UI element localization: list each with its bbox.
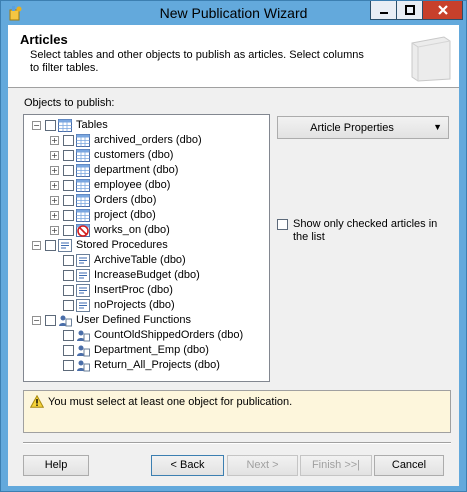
tables-label: Tables [76, 119, 108, 131]
collapse-icon[interactable]: − [32, 121, 41, 130]
table-icon [76, 134, 90, 147]
maximize-icon [404, 5, 415, 15]
validation-message-box: You must select at least one object for … [23, 390, 451, 433]
article-properties-label: Article Properties [310, 122, 394, 134]
user-defined-function-icon [77, 345, 90, 357]
user-defined-functions-label: User Defined Functions [76, 314, 191, 326]
stored-procedure-icon [76, 254, 90, 267]
show-only-checked-label[interactable]: Show only checked articles in the list [293, 218, 453, 244]
item-label: works_on (dbo) [94, 224, 170, 236]
table-icon [76, 164, 90, 177]
title-bar[interactable]: New Publication Wizard [1, 1, 466, 25]
stored-procedure-icon [76, 299, 90, 312]
item-checkbox[interactable] [63, 285, 74, 296]
expand-icon[interactable]: + [50, 196, 59, 205]
stored-procedure-icon [76, 284, 90, 297]
item-checkbox[interactable] [63, 150, 74, 161]
dropdown-arrow-icon: ▼ [433, 122, 442, 132]
collapse-icon[interactable]: − [32, 241, 41, 250]
table-no-primary-key-icon [76, 224, 90, 237]
item-label: Return_All_Projects (dbo) [94, 359, 220, 371]
expand-icon[interactable]: + [50, 226, 59, 235]
footer-separator [23, 442, 451, 444]
wizard-window: New Publication Wizard Articles Select t… [0, 0, 467, 492]
wizard-body: Articles Select tables and other objects… [8, 25, 459, 486]
expand-icon[interactable]: + [50, 136, 59, 145]
minimize-button[interactable] [370, 1, 397, 20]
show-only-checked-checkbox[interactable] [277, 219, 288, 230]
item-label: customers (dbo) [94, 149, 174, 161]
warning-icon [30, 395, 44, 408]
procedures-checkbox[interactable] [45, 240, 56, 251]
help-button[interactable]: Help [23, 455, 89, 476]
item-label: noProjects (dbo) [94, 299, 175, 311]
back-button[interactable]: < Back [151, 455, 224, 476]
item-label: Department_Emp (dbo) [94, 344, 209, 356]
stored-procedures-folder-icon [58, 239, 72, 252]
item-label: project (dbo) [94, 209, 156, 221]
item-label: CountOldShippedOrders (dbo) [94, 329, 244, 341]
stored-procedure-icon [76, 269, 90, 282]
item-label: archived_orders (dbo) [94, 134, 202, 146]
item-checkbox[interactable] [63, 225, 74, 236]
maximize-button[interactable] [396, 1, 423, 20]
item-checkbox[interactable] [63, 210, 74, 221]
finish-button[interactable]: Finish >>| [300, 455, 372, 476]
objects-to-publish-label: Objects to publish: [24, 97, 115, 109]
item-label: Orders (dbo) [94, 194, 157, 206]
user-defined-function-icon [77, 330, 90, 342]
item-checkbox[interactable] [63, 300, 74, 311]
stored-procedures-label: Stored Procedures [76, 239, 168, 251]
close-icon [437, 5, 448, 15]
wizard-graphic-icon [411, 36, 451, 82]
user-defined-functions-folder-icon [59, 315, 72, 327]
item-label: InsertProc (dbo) [94, 284, 173, 296]
expand-icon[interactable]: + [50, 181, 59, 190]
validation-message-text: You must select at least one object for … [48, 396, 293, 408]
objects-tree[interactable]: − Tables + archived_orders (dbo) + custo… [23, 114, 270, 382]
table-icon [76, 209, 90, 222]
next-button[interactable]: Next > [227, 455, 298, 476]
page-description: Select tables and other objects to publi… [30, 49, 364, 74]
table-icon [76, 179, 90, 192]
item-label: department (dbo) [94, 164, 179, 176]
item-checkbox[interactable] [63, 195, 74, 206]
collapse-icon[interactable]: − [32, 316, 41, 325]
expand-icon[interactable]: + [50, 211, 59, 220]
item-checkbox[interactable] [63, 345, 74, 356]
item-checkbox[interactable] [63, 270, 74, 281]
minimize-icon [379, 12, 388, 14]
item-checkbox[interactable] [63, 360, 74, 371]
table-folder-icon [58, 119, 72, 132]
page-title: Articles [20, 32, 68, 47]
expand-icon[interactable]: + [50, 151, 59, 160]
table-icon [76, 149, 90, 162]
item-checkbox[interactable] [63, 135, 74, 146]
expand-icon[interactable]: + [50, 166, 59, 175]
close-button[interactable] [422, 1, 463, 20]
item-label: IncreaseBudget (dbo) [94, 269, 200, 281]
article-properties-button[interactable]: Article Properties ▼ [277, 116, 449, 139]
item-label: ArchiveTable (dbo) [94, 254, 186, 266]
functions-checkbox[interactable] [45, 315, 56, 326]
item-checkbox[interactable] [63, 165, 74, 176]
item-checkbox[interactable] [63, 330, 74, 341]
item-checkbox[interactable] [63, 180, 74, 191]
page-header: Articles Select tables and other objects… [8, 25, 459, 88]
item-checkbox[interactable] [63, 255, 74, 266]
table-icon [76, 194, 90, 207]
tables-checkbox[interactable] [45, 120, 56, 131]
cancel-button[interactable]: Cancel [374, 455, 444, 476]
user-defined-function-icon [77, 360, 90, 372]
item-label: employee (dbo) [94, 179, 171, 191]
